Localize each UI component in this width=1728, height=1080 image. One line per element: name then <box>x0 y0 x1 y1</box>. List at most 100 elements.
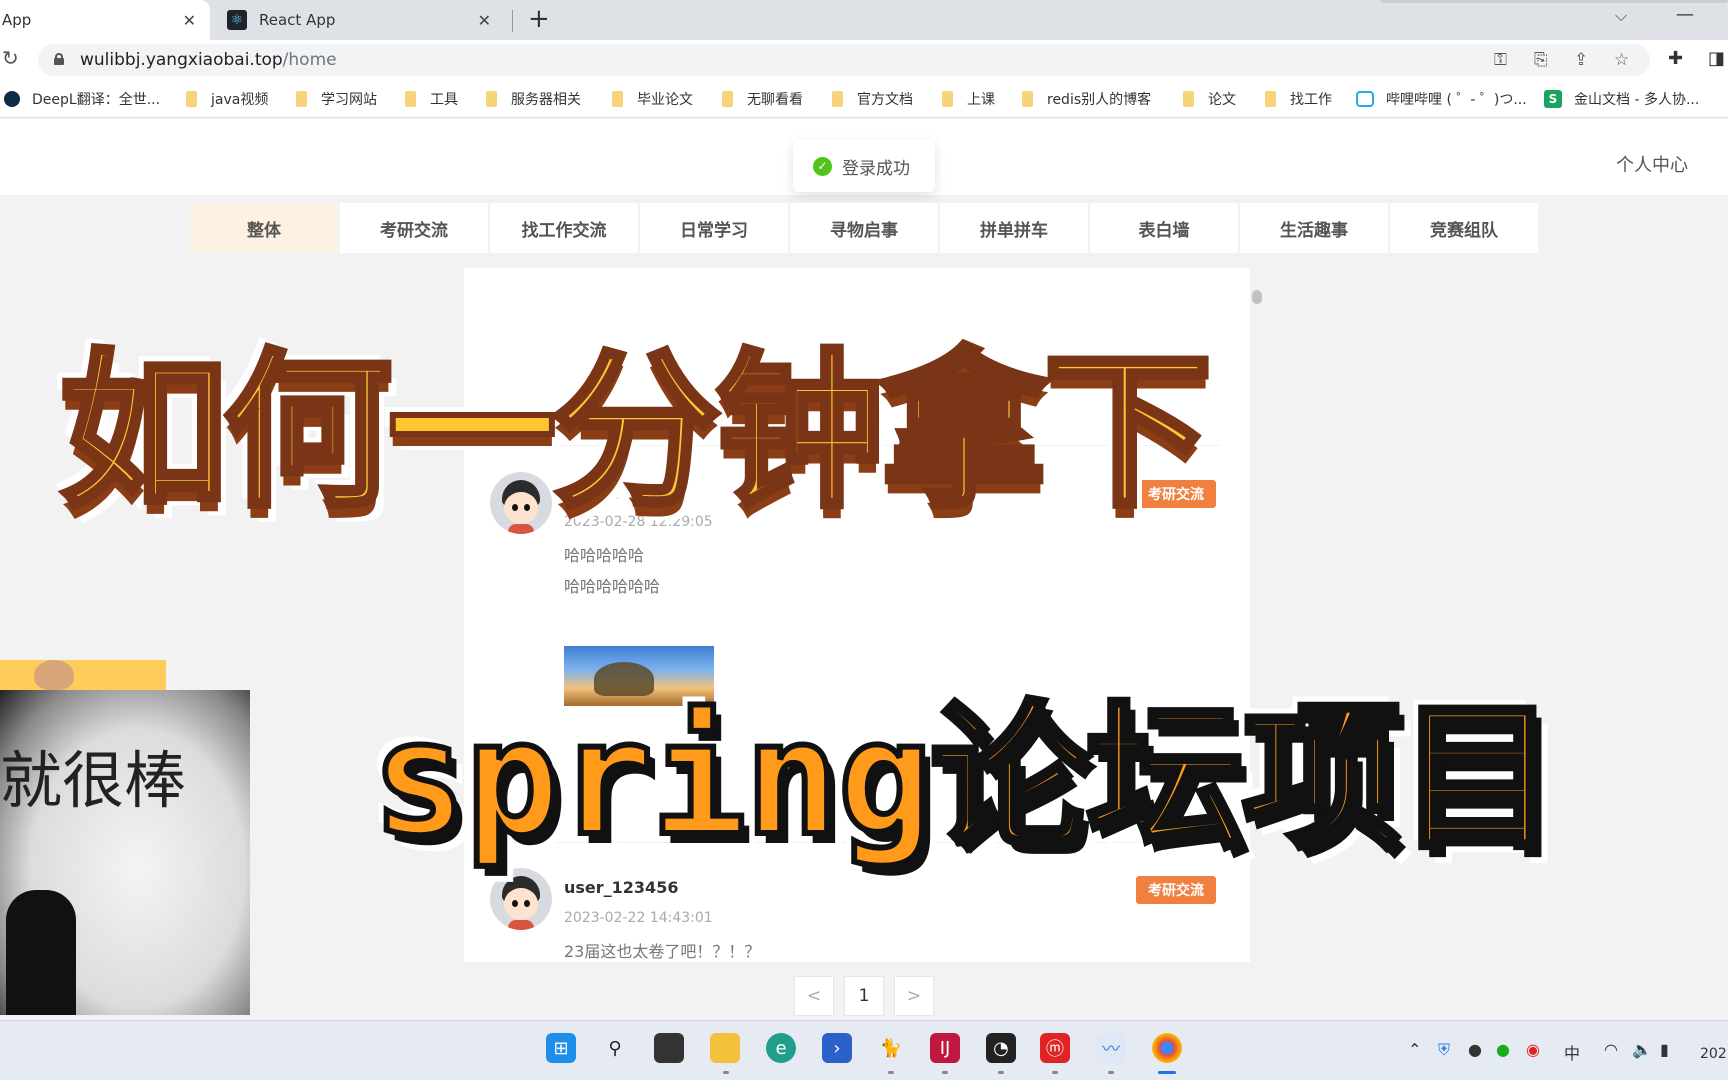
bookmark-folder[interactable]: 论文 <box>1183 89 1236 109</box>
toast-message: 登录成功 <box>842 158 910 179</box>
bookmarks-bar: DeepL翻译：全世... java视频 学习网站 工具 服务器相关 毕业论文 … <box>0 80 1728 118</box>
bilibili-icon <box>1356 91 1374 107</box>
share-icon[interactable]: ⇪ <box>1574 50 1588 70</box>
folder-icon <box>296 91 307 107</box>
running-indicator <box>888 1071 894 1074</box>
nav-tab-life[interactable]: 生活趣事 <box>1240 203 1388 253</box>
bookmark-folder[interactable]: 工具 <box>405 89 458 109</box>
bear-sticker-icon <box>34 660 74 690</box>
nav-tab-carpool[interactable]: 拼单拼车 <box>940 203 1088 253</box>
bookmark-folder[interactable]: 官方文档 <box>832 89 913 109</box>
extensions-puzzle-icon[interactable]: ✚ <box>1668 48 1683 69</box>
bilibili-live-icon[interactable]: ◔ <box>986 1033 1016 1063</box>
search-icon[interactable]: ⚲ <box>600 1033 630 1063</box>
intellij-idea-icon[interactable]: IJ <box>930 1033 960 1063</box>
close-tab-icon[interactable]: ✕ <box>183 11 196 30</box>
folder-icon <box>405 91 416 107</box>
nav-tab-lost-found[interactable]: 寻物启事 <box>790 203 938 253</box>
meme-sticker: 就很棒 <box>0 690 250 1015</box>
tabbar-shade <box>1380 0 1728 3</box>
prev-page-button[interactable]: < <box>794 976 834 1016</box>
running-indicator <box>1052 1071 1058 1074</box>
bookmark-folder[interactable]: 找工作 <box>1265 89 1332 109</box>
react-icon: ⚛ <box>227 10 247 30</box>
bookmark-star-icon[interactable]: ☆ <box>1614 50 1629 70</box>
browser-tab-app[interactable]: App ✕ <box>0 0 210 40</box>
bookmark-deepl[interactable]: DeepL翻译：全世... <box>4 89 160 109</box>
bookmark-folder[interactable]: redis别人的博客 <box>1022 89 1151 109</box>
password-key-icon[interactable]: ⚿ <box>1494 50 1507 70</box>
overlay-title-line2: spring论坛项目 <box>369 684 1560 874</box>
minimize-window-button[interactable]: — <box>1676 4 1694 25</box>
bookmark-folder[interactable]: 服务器相关 <box>486 89 581 109</box>
clock[interactable]: 202 <box>1700 1046 1727 1062</box>
battery-icon[interactable]: ▮ <box>1660 1040 1669 1059</box>
next-page-button[interactable]: > <box>894 976 934 1016</box>
bookmark-folder[interactable]: java视频 <box>186 89 268 109</box>
bookmark-wps[interactable]: S 金山文档 - 多人协... <box>1544 89 1699 109</box>
bookmark-folder[interactable]: 毕业论文 <box>612 89 693 109</box>
running-indicator <box>723 1071 729 1074</box>
browser-tab-react-app[interactable]: ⚛ React App ✕ <box>215 0 505 40</box>
bookmark-bilibili[interactable]: 哔哩哔哩 ( ゜- ゜)つ... <box>1356 89 1527 109</box>
wifi-icon[interactable]: ◠ <box>1604 1040 1618 1059</box>
thumbs-up-icon <box>6 890 76 1015</box>
folder-icon <box>942 91 953 107</box>
url-input[interactable]: wulibbj.yangxiaobai.top/home ⚿ ⎘ ⇪ ☆ <box>38 44 1650 76</box>
edge-icon[interactable]: e <box>766 1033 796 1063</box>
scrollbar-thumb[interactable] <box>1252 290 1262 304</box>
bookmark-folder[interactable]: 无聊看看 <box>722 89 803 109</box>
folder-icon <box>186 91 197 107</box>
nav-tab-confession[interactable]: 表白墙 <box>1090 203 1238 253</box>
overlay-title-line1: 如何一分钟拿下 <box>57 331 1215 533</box>
nav-tab-all[interactable]: 整体 <box>190 203 338 253</box>
translate-icon[interactable]: ⎘ <box>1534 50 1548 70</box>
post-category-tag[interactable]: 考研交流 <box>1136 876 1216 904</box>
bookmark-folder[interactable]: 上课 <box>942 89 995 109</box>
post-username[interactable]: user_123456 <box>564 878 678 897</box>
page-1-button[interactable]: 1 <box>844 976 884 1016</box>
netease-music-icon[interactable]: ⓜ <box>1040 1033 1070 1063</box>
chrome-icon[interactable] <box>1152 1033 1182 1063</box>
meme-banner <box>0 660 166 690</box>
deepl-icon <box>4 91 20 107</box>
personal-center-link[interactable]: 个人中心 <box>1616 151 1688 177</box>
folder-icon <box>1265 91 1276 107</box>
tab-search-chevron-icon[interactable]: ⌵ <box>1615 6 1627 26</box>
reload-icon[interactable]: ↻ <box>2 46 19 70</box>
wps-icon: S <box>1544 90 1562 108</box>
ime-indicator[interactable]: 中 <box>1564 1040 1580 1064</box>
resource-monitor-icon[interactable]: 〰 <box>1096 1033 1126 1063</box>
tab-divider <box>512 10 513 32</box>
defender-shield-icon[interactable]: ⛨ <box>1438 1040 1450 1060</box>
running-indicator <box>942 1071 948 1074</box>
login-success-toast: ✓ 登录成功 <box>793 140 935 192</box>
windows-start-icon[interactable]: ⊞ <box>546 1033 576 1063</box>
close-tab-icon[interactable]: ✕ <box>478 11 491 30</box>
tab-title: App <box>2 11 32 29</box>
post-item[interactable]: user_123456 2023-02-22 14:43:01 23届这也太卷了… <box>490 868 1220 961</box>
file-explorer-icon[interactable] <box>710 1033 740 1063</box>
check-circle-icon: ✓ <box>813 156 832 176</box>
folder-icon <box>722 91 733 107</box>
side-panel-icon[interactable]: ◨ <box>1708 48 1725 69</box>
post-content-line: 23届这也太卷了吧！？！？ <box>564 942 761 961</box>
task-view-icon[interactable] <box>654 1033 684 1063</box>
nav-tab-competition[interactable]: 竞赛组队 <box>1390 203 1538 253</box>
powershell-icon[interactable]: › <box>822 1033 852 1063</box>
post-content-line: 哈哈哈哈哈哈 <box>564 577 661 596</box>
nav-tab-kaoyan[interactable]: 考研交流 <box>340 203 488 253</box>
nav-tab-job[interactable]: 找工作交流 <box>490 203 638 253</box>
tray-overflow-chevron-icon[interactable]: ⌃ <box>1408 1040 1421 1059</box>
nav-tab-study[interactable]: 日常学习 <box>640 203 788 253</box>
volume-icon[interactable]: 🔈 <box>1632 1040 1652 1059</box>
netease-tray-icon[interactable]: ◉ <box>1526 1040 1540 1059</box>
qq-penguin-icon[interactable]: ● <box>1468 1040 1482 1059</box>
new-tab-button[interactable]: + <box>528 4 550 34</box>
cat-app-icon[interactable]: 🐈 <box>876 1033 906 1063</box>
browser-tab-bar: App ✕ ⚛ React App ✕ + ⌵ — <box>0 0 1728 40</box>
tab-title: React App <box>259 11 336 29</box>
bookmark-folder[interactable]: 学习网站 <box>296 89 377 109</box>
running-indicator <box>998 1071 1004 1074</box>
wechat-icon[interactable]: ● <box>1496 1040 1510 1059</box>
